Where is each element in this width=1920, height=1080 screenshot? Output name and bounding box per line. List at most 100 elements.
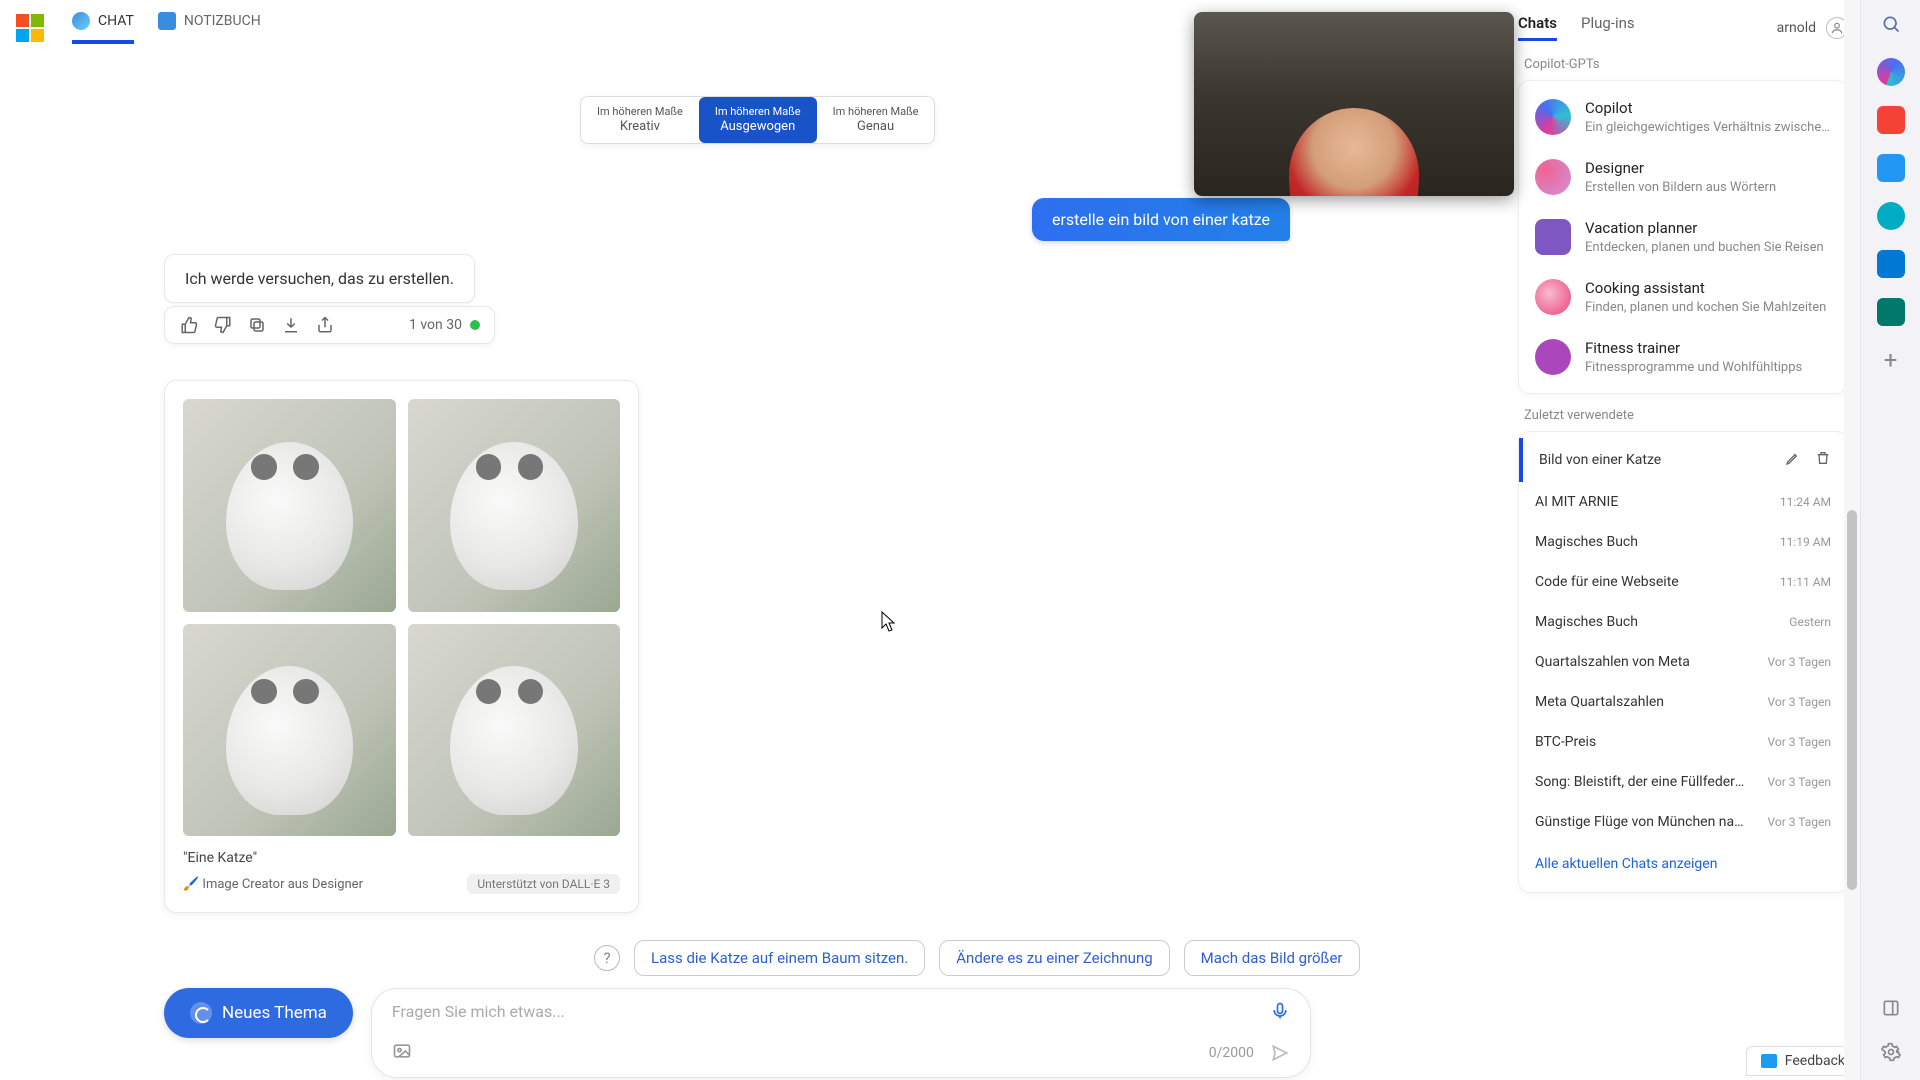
recent-item[interactable]: Meta Quartalszahlen Vor 3 Tagen [1519, 682, 1847, 722]
feedback-button[interactable]: Feedback [1746, 1046, 1860, 1076]
cooking-icon [1535, 279, 1571, 315]
suggestion-1[interactable]: Lass die Katze auf einem Baum sitzen. [634, 940, 925, 976]
gpt-item-designer[interactable]: Designer Erstellen von Bildern aus Wörte… [1525, 147, 1841, 207]
gpt-item-copilot[interactable]: Copilot Ein gleichgewichtiges Verhältnis… [1525, 87, 1841, 147]
chat-icon [72, 12, 90, 30]
rail-search-icon[interactable] [1877, 10, 1905, 38]
generated-image-4[interactable] [408, 624, 621, 837]
user-menu[interactable]: arnold [1777, 17, 1848, 39]
gpt-item-cooking[interactable]: Cooking assistant Finden, planen und koc… [1525, 267, 1841, 327]
recent-title: Magisches Buch [1535, 614, 1638, 630]
show-all-chats[interactable]: Alle aktuellen Chats anzeigen [1519, 842, 1847, 886]
rail-panel-icon[interactable] [1877, 994, 1905, 1022]
recent-title: Song: Bleistift, der eine Füllfeder sein… [1535, 774, 1745, 790]
rail-copilot-icon[interactable] [1877, 58, 1905, 86]
copy-icon[interactable] [247, 315, 267, 335]
generated-image-1[interactable] [183, 399, 396, 612]
rail-add-icon[interactable]: + [1877, 346, 1905, 374]
gpt-item-fitness[interactable]: Fitness trainer Fitnessprogramme und Woh… [1525, 327, 1841, 387]
browser-sidebar-rail: + [1860, 0, 1920, 1080]
gpt-desc: Erstellen von Bildern aus Wörtern [1585, 180, 1776, 195]
response-counter: 1 von 30 [409, 317, 480, 333]
tab-label: CHAT [98, 13, 134, 29]
generated-images-card: "Eine Katze" 🖌️ Image Creator aus Design… [164, 380, 639, 913]
user-message: erstelle ein bild von einer katze [1032, 198, 1290, 241]
recent-item[interactable]: AI MIT ARNIE 11:24 AM [1519, 482, 1847, 522]
recent-time: Vor 3 Tagen [1768, 735, 1832, 749]
download-icon[interactable] [281, 315, 301, 335]
rail-shopping-icon[interactable] [1877, 106, 1905, 134]
rail-outlook-icon[interactable] [1877, 250, 1905, 278]
recent-item[interactable]: Code für eine Webseite 11:11 AM [1519, 562, 1847, 602]
mouse-cursor-icon [882, 612, 896, 632]
rail-people-icon[interactable] [1877, 154, 1905, 182]
recent-title: Magisches Buch [1535, 534, 1638, 550]
recent-title: AI MIT ARNIE [1535, 494, 1618, 510]
input-placeholder: Fragen Sie mich etwas... [392, 1002, 565, 1021]
recent-item[interactable]: Magisches Buch Gestern [1519, 602, 1847, 642]
gpt-desc: Finden, planen und kochen Sie Mahlzeiten [1585, 300, 1826, 315]
recent-time: 11:24 AM [1780, 495, 1831, 509]
sidebar-tab-plugins[interactable]: Plug-ins [1581, 14, 1635, 41]
send-icon[interactable] [1270, 1043, 1290, 1063]
recents-section-title: Zuletzt verwendete [1524, 408, 1848, 423]
style-precise[interactable]: Im höheren Maße Genau [817, 97, 935, 143]
right-sidebar: Chats Plug-ins arnold Copilot-GPTs Copil… [1506, 0, 1860, 1080]
share-icon[interactable] [315, 315, 335, 335]
suggestion-2[interactable]: Ändere es zu einer Zeichnung [939, 940, 1169, 976]
recent-item[interactable]: BTC-Preis Vor 3 Tagen [1519, 722, 1847, 762]
message-actions: 1 von 30 [164, 306, 495, 344]
gpt-desc: Ein gleichgewichtiges Verhältnis zwische… [1585, 120, 1831, 135]
recent-time: 11:11 AM [1780, 575, 1831, 589]
char-counter: 0/2000 [1209, 1045, 1254, 1061]
gpt-name: Fitness trainer [1585, 339, 1802, 357]
recent-item[interactable]: Quartalszahlen von MetaVor 3 Tagen [1519, 642, 1847, 682]
sidebar-tab-chats[interactable]: Chats [1518, 14, 1557, 41]
image-input-icon[interactable] [392, 1041, 412, 1065]
notebook-icon [158, 12, 176, 30]
tab-chat[interactable]: CHAT [72, 12, 134, 44]
gpt-desc: Fitnessprogramme und Wohlfühltipps [1585, 360, 1802, 375]
recent-title: Meta Quartalszahlen [1535, 694, 1664, 710]
style-balanced[interactable]: Im höheren Maße Ausgewogen [699, 97, 817, 143]
new-topic-icon [190, 1002, 212, 1024]
copilot-icon [1535, 99, 1571, 135]
generated-image-3[interactable] [183, 624, 396, 837]
image-caption: "Eine Katze" [183, 850, 620, 866]
recent-item[interactable]: Günstige Flüge von München nach FraVor 3… [1519, 802, 1847, 842]
recent-title: Günstige Flüge von München nach Fra [1535, 814, 1745, 830]
new-topic-button[interactable]: Neues Thema [164, 988, 353, 1038]
page-scrollbar[interactable] [1844, 0, 1860, 1080]
delete-icon[interactable] [1815, 450, 1831, 470]
suggestions-help-icon[interactable]: ? [594, 945, 620, 971]
recent-item[interactable]: Bild von einer Katze [1519, 438, 1847, 482]
rail-send-icon[interactable] [1877, 298, 1905, 326]
suggestion-3[interactable]: Mach das Bild größer [1184, 940, 1360, 976]
tab-label: NOTIZBUCH [184, 13, 261, 29]
style-selector: Im höheren Maße Kreativ Im höheren Maße … [580, 96, 935, 144]
gpt-name: Copilot [1585, 99, 1831, 117]
recent-time: 11:19 AM [1780, 535, 1831, 549]
tab-notebook[interactable]: NOTIZBUCH [158, 12, 261, 44]
thumbs-down-icon[interactable] [213, 315, 233, 335]
recent-item[interactable]: Magisches Buch 11:19 AM [1519, 522, 1847, 562]
gpt-item-vacation[interactable]: Vacation planner Entdecken, planen und b… [1525, 207, 1841, 267]
feedback-icon [1761, 1054, 1777, 1068]
recent-title: BTC-Preis [1535, 734, 1596, 750]
suggestion-row: ? Lass die Katze auf einem Baum sitzen. … [594, 940, 1360, 976]
recent-title: Code für eine Webseite [1535, 574, 1679, 590]
recent-time: Vor 3 Tagen [1768, 695, 1832, 709]
rail-o-icon[interactable] [1877, 202, 1905, 230]
rail-settings-icon[interactable] [1877, 1038, 1905, 1066]
recent-item[interactable]: Song: Bleistift, der eine Füllfeder sein… [1519, 762, 1847, 802]
thumbs-up-icon[interactable] [179, 315, 199, 335]
style-creative[interactable]: Im höheren Maße Kreativ [581, 97, 699, 143]
edit-icon[interactable] [1785, 450, 1801, 470]
chat-input[interactable]: Fragen Sie mich etwas... 0/2000 [371, 988, 1311, 1078]
status-dot-icon [470, 320, 480, 330]
vacation-icon [1535, 219, 1571, 255]
generated-image-2[interactable] [408, 399, 621, 612]
recent-time: Gestern [1789, 615, 1831, 629]
gpt-desc: Entdecken, planen und buchen Sie Reisen [1585, 240, 1824, 255]
microphone-icon[interactable] [1270, 1001, 1290, 1021]
